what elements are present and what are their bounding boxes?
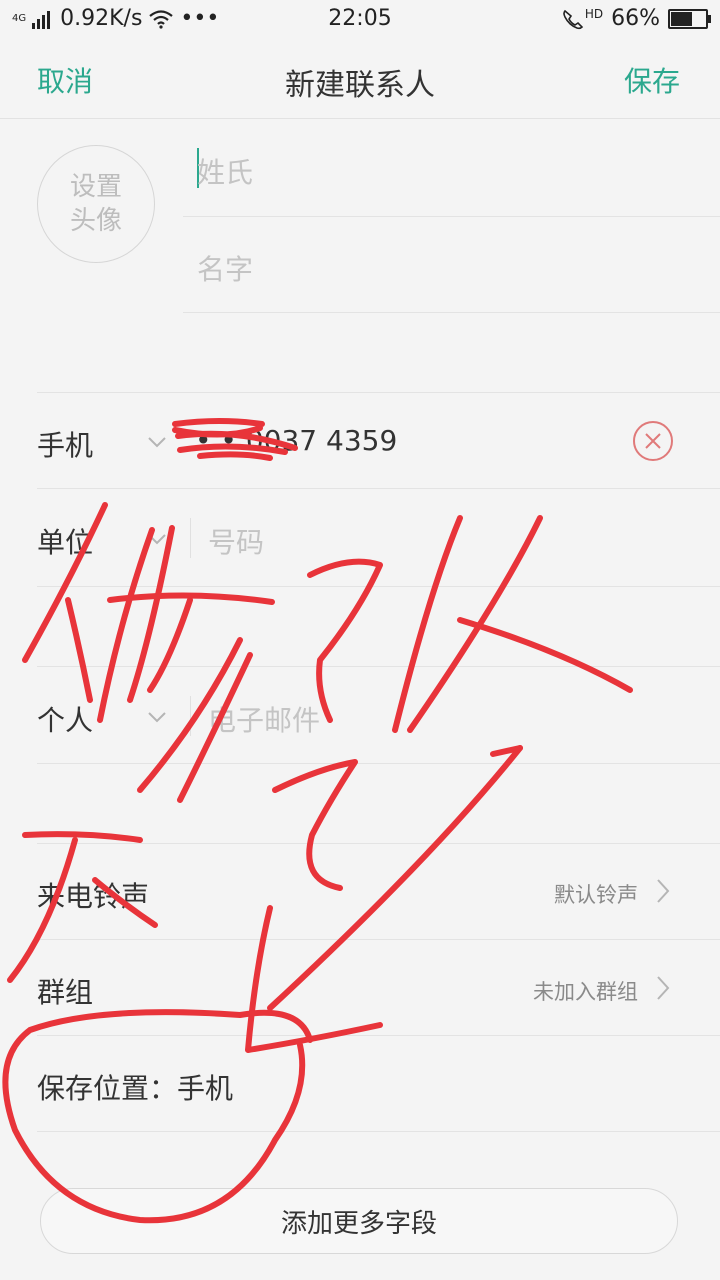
email-input[interactable]: 电子邮件: [208, 699, 320, 739]
divider: [37, 939, 720, 940]
page-title: 新建联系人: [285, 68, 435, 103]
divider: [37, 666, 720, 667]
divider: [37, 1131, 720, 1132]
surname-input[interactable]: 姓氏: [197, 151, 253, 191]
header-divider: [0, 118, 720, 119]
chevron-down-icon[interactable]: [147, 432, 167, 452]
set-avatar-button[interactable]: 设置 头像: [37, 145, 155, 263]
work-type-label[interactable]: 单位: [37, 521, 93, 561]
email-type-label[interactable]: 个人: [37, 699, 93, 739]
phone-type-label[interactable]: 手机: [37, 424, 93, 464]
close-icon: [645, 433, 661, 449]
given-name-input[interactable]: 名字: [197, 248, 253, 288]
phone-input[interactable]: • • 0037 4359: [195, 424, 397, 457]
avatar-label-line1: 设置: [69, 172, 122, 202]
divider: [37, 488, 720, 489]
avatar-label-line2: 头像: [69, 206, 122, 236]
clear-phone-button[interactable]: [633, 421, 673, 461]
add-more-fields-button[interactable]: 添加更多字段: [40, 1188, 678, 1254]
divider: [37, 586, 720, 587]
clock: 22:05: [328, 6, 392, 31]
divider: [37, 763, 720, 764]
hd-label: HD: [584, 6, 604, 21]
vertical-divider: [190, 696, 191, 736]
divider: [37, 1035, 720, 1036]
ringtone-label: 来电铃声: [37, 880, 150, 913]
divider: [37, 843, 720, 844]
divider: [183, 312, 720, 313]
chevron-right-icon: [657, 976, 670, 1000]
save-button[interactable]: 保存: [624, 60, 680, 100]
divider: [37, 392, 720, 393]
vertical-divider: [190, 518, 191, 558]
chevron-down-icon[interactable]: [147, 529, 167, 549]
add-more-fields-label: 添加更多字段: [280, 1208, 437, 1239]
chevron-right-icon: [657, 879, 670, 903]
title-bar: 取消 新建联系人 保存: [0, 38, 720, 118]
chevron-down-icon[interactable]: [147, 707, 167, 727]
group-value: 未加入群组: [533, 980, 638, 1004]
number-input[interactable]: 号码: [208, 521, 264, 561]
battery-percent: 66%: [611, 6, 660, 31]
divider: [183, 216, 720, 217]
status-bar: 4G 0.92K/s ••• 22:05 HD 66%: [0, 0, 720, 38]
group-label: 群组: [37, 976, 94, 1009]
ringtone-value: 默认铃声: [554, 883, 638, 907]
storage-location[interactable]: 保存位置：手机: [37, 1067, 233, 1107]
battery-icon: [668, 8, 711, 29]
